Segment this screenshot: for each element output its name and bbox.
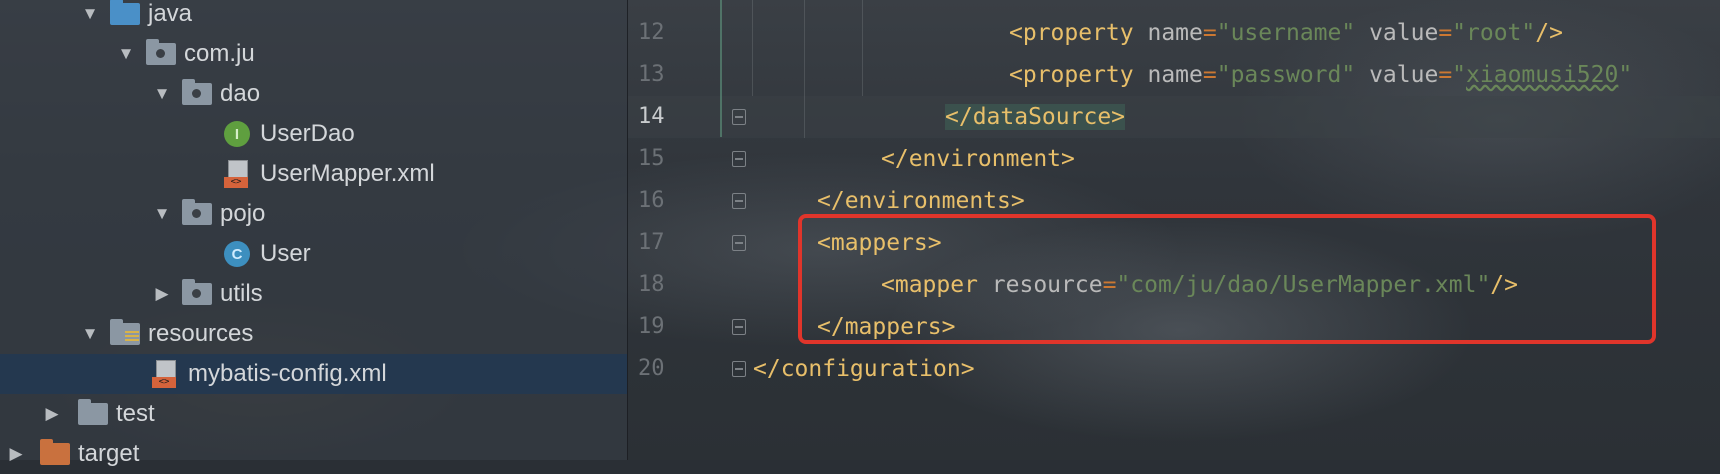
indent-guide <box>752 0 753 96</box>
package-icon <box>182 279 212 305</box>
tree-item-label: utils <box>220 280 263 307</box>
interface-icon: I <box>224 121 250 147</box>
tree-item-target[interactable]: ▶ target <box>0 434 627 474</box>
tree-item-java[interactable]: ▼ java <box>0 0 627 34</box>
tree-item-label: java <box>148 0 193 27</box>
editor-gutter: 12 13 14 15 16 17 18 19 20 <box>628 0 723 460</box>
code-line[interactable]: </configuration> <box>753 348 975 390</box>
fold-marker-icon[interactable] <box>732 235 746 251</box>
tree-item-utils[interactable]: ▶ utils <box>0 274 627 314</box>
resources-folder-icon <box>110 319 140 345</box>
code-line[interactable]: <property name="password" value="xiaomus… <box>1009 54 1632 96</box>
folder-icon <box>40 439 70 465</box>
tree-item-label: com.ju <box>184 40 255 67</box>
tree-item-usermapper-xml[interactable]: <> UserMapper.xml <box>0 154 627 194</box>
line-number: 18 <box>638 272 665 297</box>
chevron-down-icon[interactable]: ▼ <box>80 4 100 24</box>
tree-item-resources[interactable]: ▼ resources <box>0 314 627 354</box>
tree-item-mybatis-config-xml[interactable]: <> mybatis-config.xml <box>0 354 627 394</box>
chevron-down-icon[interactable]: ▼ <box>152 204 172 224</box>
tree-item-label: UserMapper.xml <box>260 160 435 187</box>
chevron-down-icon[interactable]: ▼ <box>80 324 100 344</box>
tree-item-label: pojo <box>220 200 266 227</box>
highlight-annotation-box <box>798 214 1656 344</box>
chevron-right-icon[interactable]: ▶ <box>42 404 62 424</box>
code-line[interactable]: <property name="username" value="root"/> <box>1009 12 1563 54</box>
fold-marker-icon[interactable] <box>732 193 746 209</box>
tree-item-label: UserDao <box>260 120 355 147</box>
chevron-down-icon[interactable]: ▼ <box>152 84 172 104</box>
xml-file-icon: <> <box>152 360 180 388</box>
tree-item-com-ju[interactable]: ▼ com.ju <box>0 34 627 74</box>
folder-icon <box>78 399 108 425</box>
code-line[interactable]: </dataSource> <box>945 96 1126 138</box>
vcs-change-marker <box>720 0 722 137</box>
indent-guide <box>804 0 805 138</box>
tree-item-userdao[interactable]: I UserDao <box>0 114 627 154</box>
tree-item-label: test <box>116 400 155 427</box>
tree-item-pojo[interactable]: ▼ pojo <box>0 194 627 234</box>
fold-marker-icon[interactable] <box>732 109 746 125</box>
line-number: 12 <box>638 20 665 45</box>
line-number: 17 <box>638 230 665 255</box>
chevron-right-icon[interactable]: ▶ <box>6 444 26 464</box>
code-line[interactable]: </environment> <box>881 138 1075 180</box>
tree-item-dao[interactable]: ▼ dao <box>0 74 627 114</box>
chevron-right-icon[interactable]: ▶ <box>152 284 172 304</box>
tree-item-user[interactable]: C User <box>0 234 627 274</box>
tree-item-label: resources <box>148 320 254 347</box>
tree-item-test[interactable]: ▶ test <box>0 394 627 434</box>
package-icon <box>182 199 212 225</box>
package-icon <box>182 79 212 105</box>
line-number: 13 <box>638 62 665 87</box>
folder-icon <box>110 0 140 25</box>
fold-marker-icon[interactable] <box>732 151 746 167</box>
tree-item-label: User <box>260 240 311 267</box>
line-number: 16 <box>638 188 665 213</box>
fold-marker-icon[interactable] <box>732 319 746 335</box>
fold-marker-icon[interactable] <box>732 361 746 377</box>
tree-item-label: target <box>78 440 140 467</box>
class-icon: C <box>224 241 250 267</box>
spellcheck-warning[interactable]: xiaomusi520 <box>1466 62 1618 88</box>
project-tree-panel[interactable]: ▼ java ▼ com.ju ▼ dao I UserDao <> UserM… <box>0 0 628 467</box>
package-icon <box>146 39 176 65</box>
line-number: 14 <box>638 104 665 129</box>
line-number: 15 <box>638 146 665 171</box>
line-number: 19 <box>638 314 665 339</box>
tree-item-label: dao <box>220 80 261 107</box>
chevron-down-icon[interactable]: ▼ <box>116 44 136 64</box>
current-line-highlight <box>628 96 1720 138</box>
line-number: 20 <box>638 356 665 381</box>
indent-guide <box>862 0 863 96</box>
xml-file-icon: <> <box>224 160 252 188</box>
tree-item-label: mybatis-config.xml <box>188 360 387 387</box>
